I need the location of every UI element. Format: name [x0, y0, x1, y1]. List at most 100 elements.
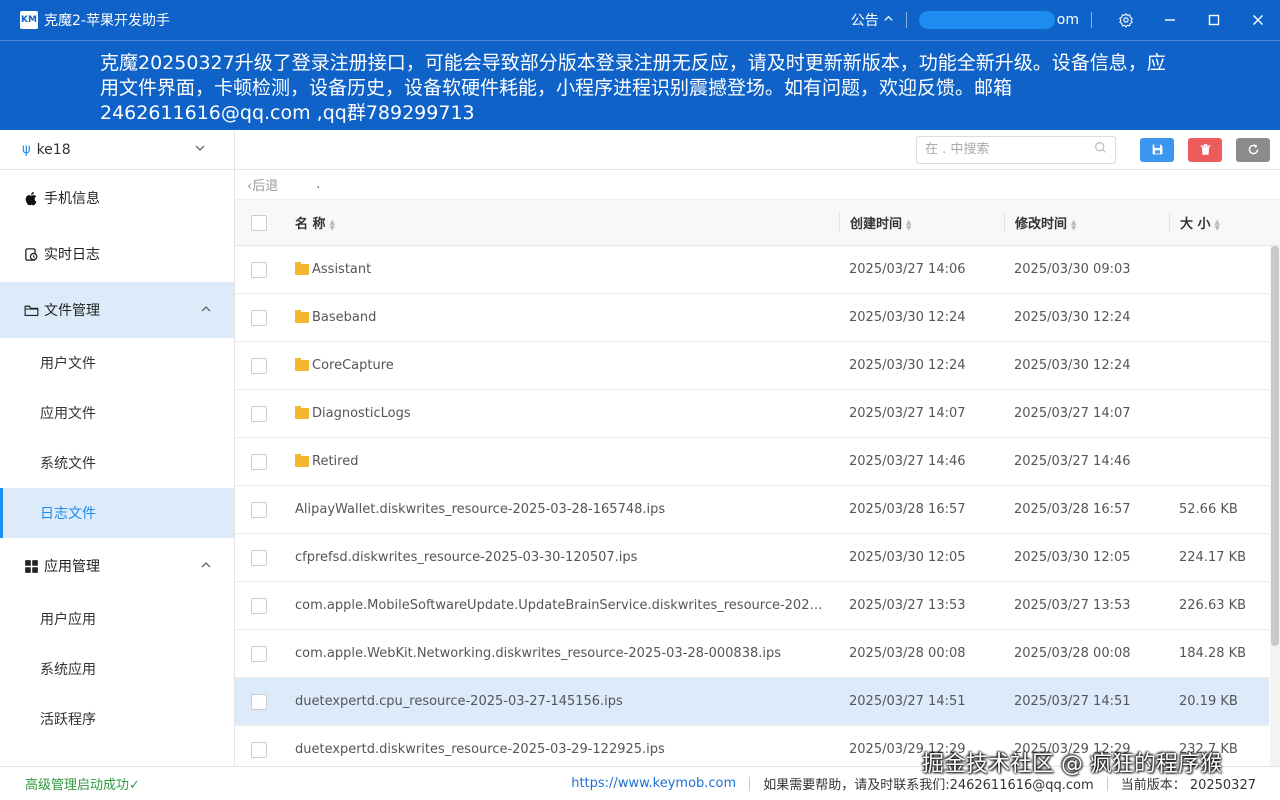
- delete-button[interactable]: [1188, 137, 1222, 162]
- folder-outline-icon: [22, 301, 40, 319]
- modified-time-cell: 2025/03/30 12:05: [1014, 550, 1131, 565]
- file-name: Baseband: [312, 310, 377, 325]
- row-checkbox[interactable]: [251, 357, 267, 374]
- size-cell: 20.19 KB: [1179, 694, 1238, 709]
- file-name-cell: Assistant: [283, 262, 839, 277]
- sidebar-item-app-management[interactable]: 应用管理: [0, 538, 234, 594]
- row-checkbox[interactable]: [251, 693, 267, 710]
- app-logo: KM: [20, 11, 38, 29]
- created-time-cell: 2025/03/28 00:08: [849, 646, 966, 661]
- notice-label: 公告: [850, 13, 879, 29]
- device-selector[interactable]: ψ ke18: [0, 130, 234, 170]
- modified-time-cell: 2025/03/28 16:57: [1014, 502, 1131, 517]
- modified-time-cell: 2025/03/29 12:29: [1014, 742, 1131, 757]
- file-name: Assistant: [312, 262, 372, 277]
- sidebar-item-label: 应用管理: [44, 559, 100, 575]
- created-time-cell: 2025/03/30 12:05: [849, 550, 966, 565]
- sidebar-item-label: 文件管理: [44, 303, 100, 319]
- row-checkbox[interactable]: [251, 309, 267, 326]
- row-checkbox[interactable]: [251, 405, 267, 422]
- created-time-cell: 2025/03/27 14:06: [849, 262, 966, 277]
- sidebar-subitem-user-files[interactable]: 用户文件: [0, 338, 234, 388]
- maximize-button[interactable]: [1192, 0, 1236, 40]
- file-name: DiagnosticLogs: [312, 406, 411, 421]
- search-input[interactable]: [925, 142, 1094, 157]
- file-name-cell: CoreCapture: [283, 358, 839, 373]
- status-bar: 高级管理启动成功✓ https://www.keymob.com 如果需要帮助，…: [0, 766, 1280, 800]
- row-checkbox[interactable]: [251, 741, 267, 758]
- folder-icon: [295, 406, 309, 419]
- size-cell: 226.63 KB: [1179, 598, 1247, 613]
- row-checkbox[interactable]: [251, 645, 267, 662]
- table-row[interactable]: Assistant 2025/03/27 14:06 2025/03/30 09:0…: [235, 246, 1269, 294]
- trash-icon: [1200, 144, 1210, 155]
- sidebar: ψ ke18 手机信息 实时日志 文件管理 用户文件 应用文件 系统文件 日志文…: [0, 130, 235, 766]
- table-row[interactable]: CoreCapture 2025/03/30 12:24 2025/03/30 12…: [235, 342, 1269, 390]
- column-header-created[interactable]: 创建时间 ▲ ▼: [839, 213, 1004, 232]
- column-header-name[interactable]: 名 称 ▲ ▼: [283, 213, 839, 232]
- file-name-cell: duetexpertd.diskwrites_resource-2025-03-…: [283, 742, 839, 757]
- back-button[interactable]: ‹后退: [247, 175, 278, 194]
- sidebar-subitem-log-files[interactable]: 日志文件: [0, 488, 234, 538]
- search-icon[interactable]: [1094, 141, 1107, 158]
- app-title: 克魔2-苹果开发助手: [44, 13, 170, 29]
- column-header-size[interactable]: 大 小 ▲ ▼: [1169, 213, 1269, 232]
- website-link[interactable]: https://www.keymob.com: [571, 776, 736, 791]
- sidebar-subitem-system-files[interactable]: 系统文件: [0, 438, 234, 488]
- file-name: com.apple.WebKit.Networking.diskwrites_r…: [295, 646, 782, 661]
- save-button[interactable]: [1140, 137, 1174, 162]
- close-button[interactable]: [1236, 0, 1280, 40]
- sidebar-item-realtime-log[interactable]: 实时日志: [0, 226, 234, 282]
- sidebar-subitem-system-apps[interactable]: 系统应用: [0, 644, 234, 694]
- folder-icon: [295, 310, 309, 323]
- vertical-scrollbar[interactable]: [1270, 246, 1280, 766]
- chevron-up-icon: [200, 559, 212, 574]
- notice-toggle-button[interactable]: 公告: [851, 10, 894, 30]
- table-row[interactable]: duetexpertd.cpu_resource-2025-03-27-1451…: [235, 678, 1269, 726]
- sidebar-item-label: 手机信息: [44, 191, 100, 207]
- row-checkbox[interactable]: [251, 453, 267, 470]
- divider: [1106, 776, 1108, 791]
- table-row[interactable]: duetexpertd.diskwrites_resource-2025-03-…: [235, 726, 1269, 766]
- current-path: .: [316, 177, 321, 192]
- refresh-icon: [1248, 144, 1258, 155]
- file-name-cell: com.apple.WebKit.Networking.diskwrites_r…: [283, 646, 839, 661]
- sidebar-item-phone-info[interactable]: 手机信息: [0, 170, 234, 226]
- settings-button[interactable]: [1104, 0, 1148, 40]
- table-row[interactable]: AlipayWallet.diskwrites_resource-2025-03…: [235, 486, 1269, 534]
- table-header: 名 称 ▲ ▼ 创建时间 ▲ ▼ 修改时间 ▲ ▼ 大 小 ▲ ▼: [235, 200, 1280, 246]
- sidebar-subitem-app-files[interactable]: 应用文件: [0, 388, 234, 438]
- size-cell: 52.66 KB: [1179, 502, 1238, 517]
- select-all-checkbox[interactable]: [251, 214, 267, 231]
- sidebar-subitem-user-apps[interactable]: 用户应用: [0, 594, 234, 644]
- sidebar-subitem-active-processes[interactable]: 活跃程序: [0, 694, 234, 744]
- sort-icon: ▲ ▼: [329, 217, 335, 232]
- scrollbar-thumb[interactable]: [1271, 246, 1279, 646]
- modified-time-cell: 2025/03/30 12:24: [1014, 358, 1131, 373]
- minimize-button[interactable]: [1148, 0, 1192, 40]
- apps-grid-icon: [22, 557, 40, 575]
- row-checkbox[interactable]: [251, 549, 267, 566]
- account-redaction: [918, 11, 1055, 29]
- account-menu[interactable]: om: [918, 11, 1079, 29]
- file-name: cfprefsd.diskwrites_resource-2025-03-30-…: [295, 550, 638, 565]
- table-row[interactable]: cfprefsd.diskwrites_resource-2025-03-30-…: [235, 534, 1269, 582]
- path-bar: ‹后退 .: [235, 170, 1280, 200]
- modified-time-cell: 2025/03/27 14:51: [1014, 694, 1131, 709]
- chevron-up-icon: [200, 303, 212, 318]
- table-row[interactable]: DiagnosticLogs 2025/03/27 14:07 2025/03/27…: [235, 390, 1269, 438]
- column-header-modified[interactable]: 修改时间 ▲ ▼: [1004, 213, 1169, 232]
- folder-icon: [295, 358, 309, 371]
- row-checkbox[interactable]: [251, 501, 267, 518]
- folder-icon: [295, 454, 309, 467]
- file-table: Assistant 2025/03/27 14:06 2025/03/30 09:0…: [235, 246, 1269, 766]
- sort-icon: ▲ ▼: [1071, 217, 1077, 232]
- refresh-button[interactable]: [1236, 137, 1270, 162]
- row-checkbox[interactable]: [251, 597, 267, 614]
- table-row[interactable]: Retired 2025/03/27 14:46 2025/03/27 14:46: [235, 438, 1269, 486]
- table-row[interactable]: com.apple.MobileSoftwareUpdate.UpdateBra…: [235, 582, 1269, 630]
- table-row[interactable]: com.apple.WebKit.Networking.diskwrites_r…: [235, 630, 1269, 678]
- sidebar-item-file-management[interactable]: 文件管理: [0, 282, 234, 338]
- row-checkbox[interactable]: [251, 261, 267, 278]
- table-row[interactable]: Baseband 2025/03/30 12:24 2025/03/30 12:24: [235, 294, 1269, 342]
